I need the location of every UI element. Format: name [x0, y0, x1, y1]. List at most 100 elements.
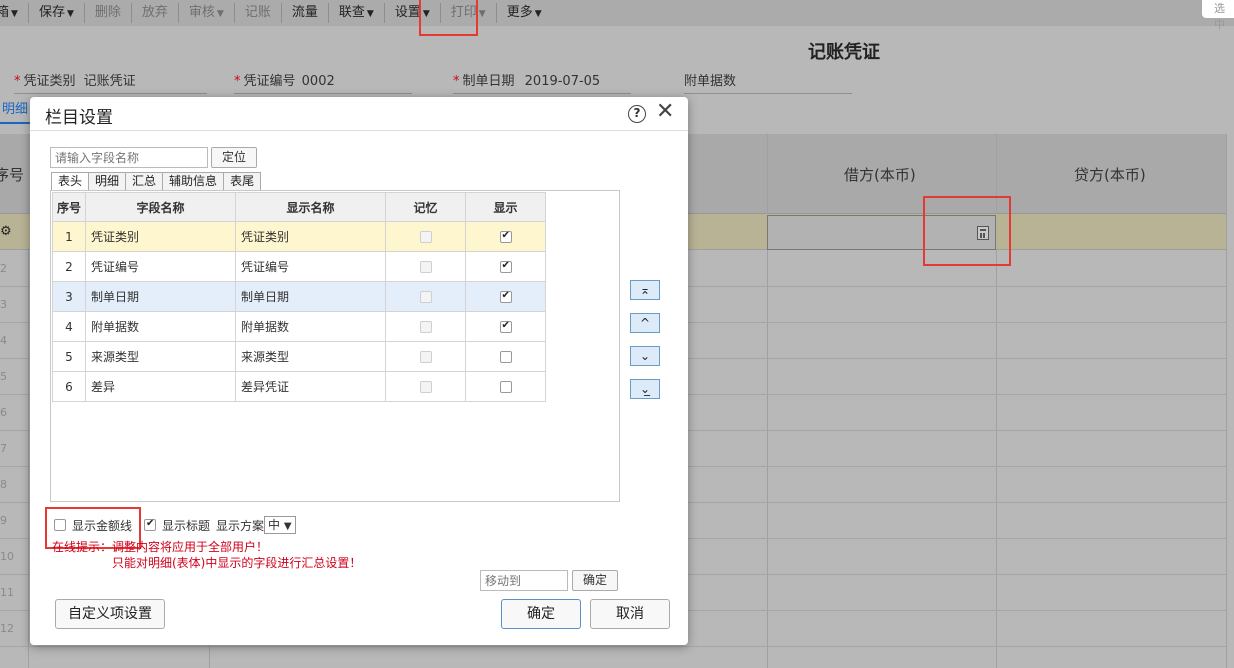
- chevron-down-icon: ▼: [11, 9, 18, 19]
- memory-checkbox[interactable]: [419, 261, 432, 273]
- field-search-input[interactable]: [50, 147, 208, 168]
- show-checkbox[interactable]: [499, 351, 512, 363]
- show-checkbox[interactable]: [499, 230, 512, 243]
- show-amount-line-label: 显示金额线: [72, 518, 133, 533]
- chevron-down-icon: ▼: [366, 9, 374, 19]
- column-header[interactable]: 序号: [52, 192, 86, 222]
- ok-button[interactable]: 确定: [501, 599, 581, 629]
- fields-table-container: 序号字段名称显示名称记忆显示 1凭证类别凭证类别2凭证编号凭证编号3制单日期制单…: [50, 190, 620, 502]
- row-display-name[interactable]: 凭证类别: [235, 221, 386, 252]
- row-display-name[interactable]: 附单据数: [235, 311, 386, 342]
- row-memory-cell: [385, 371, 466, 402]
- toolbar-item-3[interactable]: 放弃: [132, 3, 179, 23]
- toolbar-item-7[interactable]: 联查 ▼: [329, 3, 385, 23]
- date-value: 2019-07-05: [524, 74, 601, 89]
- toolbar-item-label: 保存: [38, 5, 65, 20]
- memory-checkbox[interactable]: [419, 381, 432, 393]
- toolbar-item-5[interactable]: 记账: [235, 3, 282, 23]
- table-row[interactable]: 3 制单日期 制单日期: [52, 281, 546, 312]
- toolbar-item-1[interactable]: 保存 ▼: [29, 3, 85, 23]
- move-to-confirm-button[interactable]: 确定: [572, 570, 618, 591]
- show-checkbox[interactable]: [499, 290, 512, 303]
- column-header[interactable]: 显示名称: [235, 192, 386, 222]
- memory-checkbox[interactable]: [419, 321, 432, 333]
- move-top-button[interactable]: ⌅: [630, 280, 660, 300]
- help-icon[interactable]: ?: [628, 105, 646, 123]
- memory-checkbox[interactable]: [419, 231, 432, 243]
- grid-row-divider: [0, 646, 1226, 647]
- toolbar-item-4[interactable]: 审核 ▼: [179, 3, 235, 23]
- row-settings-gear-icon[interactable]: ⚙: [0, 224, 12, 239]
- table-row[interactable]: 5 来源类型 来源类型: [52, 341, 546, 372]
- row-memory-cell: [385, 341, 466, 372]
- toolbar-item-9[interactable]: 打印 ▼: [441, 3, 497, 23]
- tab-3[interactable]: 辅助信息: [162, 172, 225, 190]
- date-field[interactable]: * 制单日期 2019-07-05: [453, 72, 631, 94]
- move-down-icon: ⌄: [639, 349, 651, 363]
- table-row[interactable]: 1 凭证类别 凭证类别: [52, 221, 546, 252]
- move-to-input[interactable]: [480, 570, 568, 591]
- toolbar-item-0[interactable]: 箱 ▼: [0, 3, 29, 23]
- table-row[interactable]: 4 附单据数 附单据数: [52, 311, 546, 342]
- column-header[interactable]: 字段名称: [85, 192, 236, 222]
- show-checkbox[interactable]: [499, 260, 512, 273]
- debit-input-cell[interactable]: [767, 215, 996, 250]
- column-header[interactable]: 显示: [465, 192, 546, 222]
- show-title-label: 显示标题: [162, 518, 211, 533]
- row-seq: 1: [52, 221, 86, 252]
- toolbar-item-label: 联查: [338, 5, 365, 20]
- show-title-checkbox[interactable]: [144, 518, 157, 531]
- grid-row-number: 11: [0, 586, 14, 599]
- row-memory-cell: [385, 281, 466, 312]
- voucher-type-label: 凭证类别: [23, 74, 76, 89]
- toolbar-item-label: 记账: [244, 5, 271, 20]
- tab-4[interactable]: 表尾: [223, 172, 262, 190]
- attachments-field[interactable]: 附单据数: [684, 72, 852, 94]
- calculator-icon[interactable]: [977, 226, 989, 240]
- move-up-button[interactable]: ^: [630, 313, 660, 333]
- display-scheme-select[interactable]: 中 ▼: [264, 516, 296, 534]
- memory-checkbox[interactable]: [419, 351, 432, 363]
- voucher-no-field[interactable]: * 凭证编号 0002: [234, 72, 412, 94]
- row-seq: 2: [52, 251, 86, 282]
- top-right-search[interactable]: 选中: [1202, 0, 1234, 31]
- row-field-name: 凭证类别: [85, 221, 236, 252]
- display-scheme-value: 中: [268, 518, 281, 532]
- show-amount-line-checkbox[interactable]: [54, 519, 66, 531]
- toolbar-item-8[interactable]: 设置 ▼: [385, 3, 441, 23]
- row-display-name[interactable]: 差异凭证: [235, 371, 386, 402]
- move-bottom-button[interactable]: ⌄̲: [630, 379, 660, 399]
- custom-items-button[interactable]: 自定义项设置: [55, 599, 165, 629]
- chevron-down-icon: ▼: [216, 9, 224, 19]
- row-display-name[interactable]: 来源类型: [235, 341, 386, 372]
- main-toolbar: 箱 ▼ 保存 ▼ 删除 放弃 审核 ▼ 记账 流量 联查 ▼ 设置 ▼ 打印 ▼ 更多 ▼: [0, 0, 1234, 26]
- row-display-name[interactable]: 凭证编号: [235, 251, 386, 282]
- toolbar-item-10[interactable]: 更多 ▼: [497, 3, 552, 23]
- locate-button[interactable]: 定位: [211, 147, 257, 168]
- show-checkbox[interactable]: [499, 381, 512, 393]
- grid-row-number: 2: [0, 262, 7, 275]
- tab-0[interactable]: 表头: [51, 172, 90, 190]
- tab-1[interactable]: 明细: [88, 172, 127, 190]
- toolbar-item-6[interactable]: 流量: [282, 3, 329, 23]
- show-checkbox[interactable]: [499, 320, 512, 333]
- grid-row-number: 10: [0, 550, 14, 563]
- table-row[interactable]: 2 凭证编号 凭证编号: [52, 251, 546, 282]
- table-row[interactable]: 6 差异 差异凭证: [52, 371, 546, 402]
- grid-row-number: 8: [0, 478, 7, 491]
- move-down-button[interactable]: ⌄: [630, 346, 660, 366]
- toolbar-item-label: 放弃: [141, 5, 168, 20]
- tab-detail[interactable]: 明细: [0, 100, 31, 124]
- display-options: 显示金额线 显示标题 显示方案 中 ▼: [54, 515, 296, 535]
- tab-2[interactable]: 汇总: [125, 172, 164, 190]
- memory-checkbox[interactable]: [419, 291, 432, 303]
- toolbar-item-2[interactable]: 删除: [85, 3, 132, 23]
- column-header[interactable]: 记忆: [385, 192, 466, 222]
- row-display-name[interactable]: 制单日期: [235, 281, 386, 312]
- row-show-cell: [465, 371, 546, 402]
- cancel-button[interactable]: 取消: [590, 599, 670, 629]
- toolbar-item-label: 更多: [506, 5, 533, 20]
- dialog-tabs: 表头 明细 汇总 辅助信息 表尾: [51, 172, 262, 190]
- close-icon[interactable]: ✕: [656, 100, 674, 124]
- voucher-type-field[interactable]: * 凭证类别 记账凭证: [14, 72, 207, 94]
